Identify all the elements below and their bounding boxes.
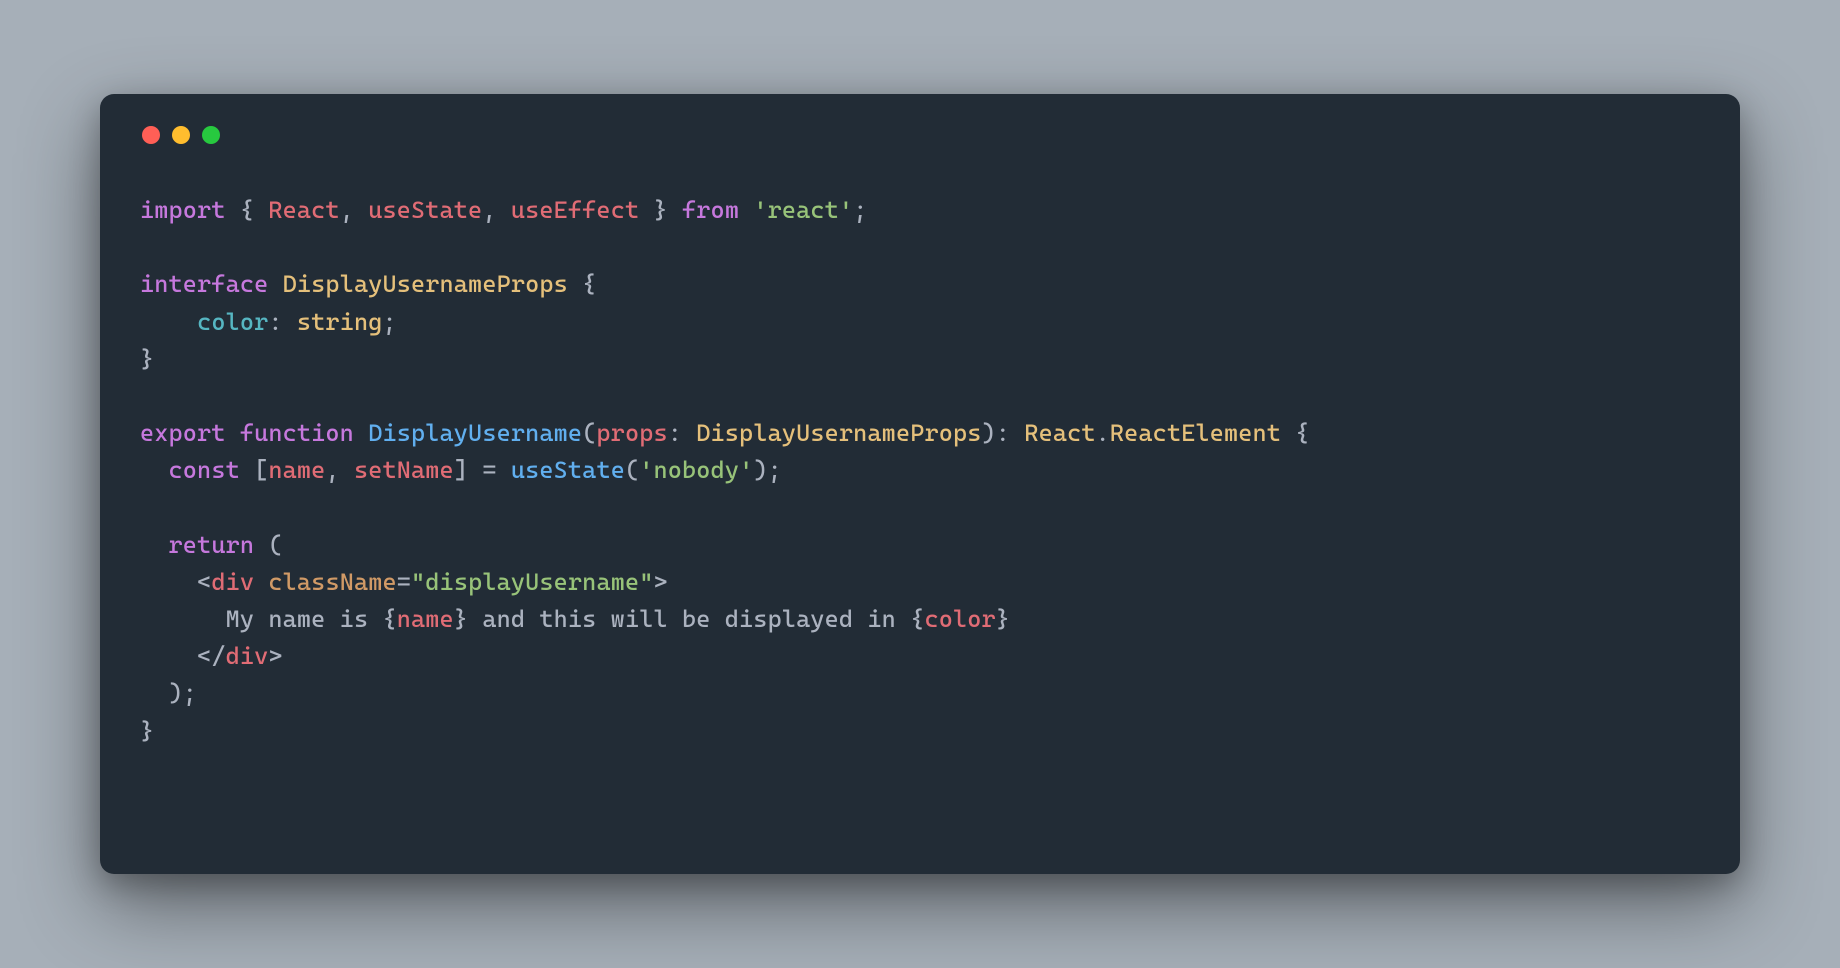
code-token: and this will be displayed in — [468, 605, 910, 633]
code-token: 'nobody' — [639, 456, 753, 484]
code-token: import — [140, 196, 226, 224]
code-token: : — [668, 419, 697, 447]
code-token — [140, 308, 197, 336]
code-token: } — [996, 605, 1010, 633]
code-token: from — [682, 196, 739, 224]
code-token — [140, 642, 197, 670]
code-token: className — [268, 568, 396, 596]
code-token: const — [169, 456, 240, 484]
code-token: ( — [625, 456, 639, 484]
code-token: ): — [982, 419, 1025, 447]
code-token: useEffect — [511, 196, 639, 224]
code-token: ] = — [454, 456, 511, 484]
code-token: useState — [368, 196, 482, 224]
code-token — [739, 196, 753, 224]
code-token: ; — [382, 308, 396, 336]
code-token: setName — [354, 456, 454, 484]
code-block: import { React, useState, useEffect } fr… — [140, 192, 1700, 750]
code-token: props — [596, 419, 667, 447]
code-token: DisplayUsernameProps — [283, 270, 568, 298]
code-token: div — [211, 568, 254, 596]
code-token: , — [482, 196, 511, 224]
code-token: = — [397, 568, 411, 596]
code-token: } — [639, 196, 682, 224]
code-token: export — [140, 419, 226, 447]
code-token: name — [397, 605, 454, 633]
code-token: 'react' — [753, 196, 853, 224]
code-token: { — [1281, 419, 1310, 447]
code-token: , — [340, 196, 369, 224]
code-token — [140, 568, 197, 596]
code-token — [140, 605, 226, 633]
code-token — [140, 531, 169, 559]
code-token: { — [568, 270, 597, 298]
code-token — [140, 456, 169, 484]
close-icon[interactable] — [142, 126, 160, 144]
code-token: } — [140, 717, 154, 745]
code-token: interface — [140, 270, 268, 298]
code-token: React — [1024, 419, 1095, 447]
code-token: < — [197, 568, 211, 596]
code-token: ); — [140, 679, 197, 707]
code-token: useState — [511, 456, 625, 484]
code-token: ); — [753, 456, 782, 484]
code-token: : — [268, 308, 297, 336]
code-window: import { React, useState, useEffect } fr… — [100, 94, 1740, 874]
code-token: ; — [853, 196, 867, 224]
code-token: > — [268, 642, 282, 670]
code-token: ReactElement — [1110, 419, 1281, 447]
code-token: return — [169, 531, 255, 559]
code-token: color — [197, 308, 268, 336]
code-token: DisplayUsername — [368, 419, 582, 447]
maximize-icon[interactable] — [202, 126, 220, 144]
code-token: { — [382, 605, 396, 633]
code-token — [354, 419, 368, 447]
code-token: , — [325, 456, 354, 484]
code-token: function — [240, 419, 354, 447]
code-token: React — [268, 196, 339, 224]
code-token: color — [924, 605, 995, 633]
code-token: ( — [254, 531, 283, 559]
window-controls — [142, 126, 1700, 144]
code-token: > — [654, 568, 668, 596]
code-token: My name is — [226, 605, 383, 633]
code-token: div — [226, 642, 269, 670]
code-token: ( — [582, 419, 596, 447]
code-token: </ — [197, 642, 226, 670]
minimize-icon[interactable] — [172, 126, 190, 144]
code-token: { — [910, 605, 924, 633]
code-token: } — [140, 345, 154, 373]
code-token: string — [297, 308, 383, 336]
code-token: [ — [240, 456, 269, 484]
code-token: . — [1096, 419, 1110, 447]
code-token — [268, 270, 282, 298]
code-token — [226, 419, 240, 447]
code-token: { — [226, 196, 269, 224]
code-token: } — [454, 605, 468, 633]
code-token: DisplayUsernameProps — [696, 419, 981, 447]
code-token: "displayUsername" — [411, 568, 653, 596]
code-token — [254, 568, 268, 596]
code-token: name — [268, 456, 325, 484]
